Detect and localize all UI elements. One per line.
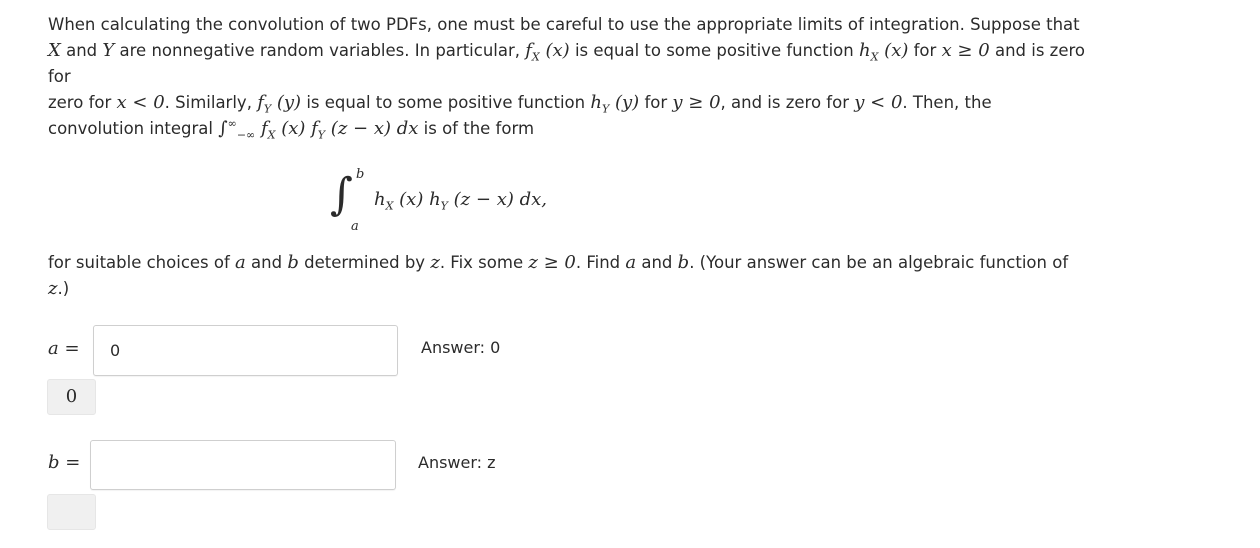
math-hY: hY (y) (590, 92, 640, 116)
problem-text-7: is equal to some positive function (306, 93, 586, 112)
para2-and: and (251, 253, 283, 272)
problem-text-3: is equal to some positive function (574, 41, 854, 60)
problem-text-9: , and is zero for (720, 93, 849, 112)
problem-text-12: is of the form (423, 119, 535, 138)
math-cond-x: x ≥ 0 (941, 40, 990, 61)
integrand: hX (x) hY (z − x) dx, (374, 189, 547, 213)
math-a: a (235, 252, 246, 273)
math-fY: fY (y) (257, 92, 302, 116)
math-convolution: ∫∞−∞ fX (x) fY (z − x) dx (218, 117, 419, 142)
para2-text-2: determined by (304, 253, 426, 272)
answer-a-label: a = (48, 338, 80, 359)
problem-text-11: convolution integral (48, 119, 213, 138)
instructions-text: for suitable choices of a and b determin… (48, 250, 1098, 302)
math-cond-y: y ≥ 0 (672, 92, 721, 113)
answer-b-label: b = (48, 452, 81, 473)
para2-text-5: and (641, 253, 673, 272)
math-cond-x-neg: x < 0 (116, 92, 165, 113)
integral-upper-limit: b (356, 167, 365, 182)
answer-b-preview (47, 494, 96, 530)
problem-text-1: When calculating the convolution of two … (48, 15, 1080, 34)
problem-text-2: are nonnegative random variables. In par… (119, 41, 520, 60)
math-hX: hX (x) (859, 40, 909, 64)
answer-a-input[interactable] (93, 325, 398, 376)
problem-text-8: for (644, 93, 668, 112)
math-cond-y-neg: y < 0 (854, 92, 903, 113)
integral-sign: ∫ (330, 169, 353, 220)
problem-and: and (66, 41, 98, 60)
math-fX: fX (x) (525, 40, 570, 64)
math-X: X (48, 40, 61, 61)
para2-text-1: for suitable choices of (48, 253, 230, 272)
integral-lower-limit: a (351, 219, 359, 234)
para2-text-4: . Find (575, 253, 621, 272)
para2-text-6: . (Your answer can be an algebraic funct… (689, 253, 1069, 272)
problem-text-10: . Then, the (902, 93, 992, 112)
para2-text-3: . Fix some (439, 253, 524, 272)
math-b-2: b (677, 252, 690, 273)
math-z: z (430, 252, 440, 273)
math-cond-z: z ≥ 0 (528, 252, 576, 273)
problem-statement: When calculating the convolution of two … (48, 12, 1098, 142)
problem-text-6: . Similarly, (164, 93, 252, 112)
answer-b-input[interactable] (90, 440, 396, 490)
math-Y: Y (102, 40, 115, 61)
answer-b-feedback: Answer: z (418, 453, 496, 472)
para2-text-7: .) (57, 279, 70, 298)
math-b: b (287, 252, 299, 273)
problem-text-zero: zero for (48, 93, 112, 112)
problem-text-4: for (913, 41, 937, 60)
math-a-2: a (625, 252, 637, 273)
answer-a-feedback: Answer: 0 (421, 338, 501, 357)
answer-a-preview: 0 (47, 379, 96, 415)
